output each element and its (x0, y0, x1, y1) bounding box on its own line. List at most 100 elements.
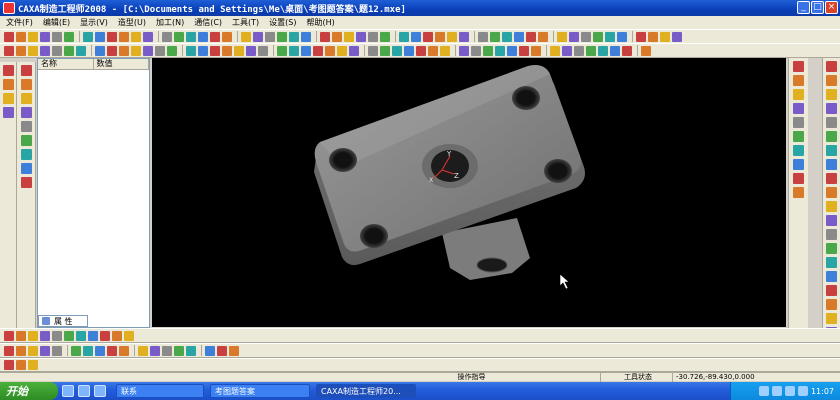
tool-icon[interactable] (344, 31, 354, 42)
tool-icon[interactable] (162, 345, 172, 356)
tool-icon[interactable] (20, 107, 32, 118)
tool-icon[interactable] (826, 271, 837, 282)
tool-icon[interactable] (131, 45, 141, 56)
tool-icon[interactable] (380, 31, 390, 42)
tool-icon[interactable] (52, 31, 62, 42)
tool-icon[interactable] (16, 31, 26, 42)
tool-icon[interactable] (20, 93, 32, 104)
tool-icon[interactable] (392, 45, 402, 56)
start-button[interactable]: 开始 (0, 382, 58, 400)
tool-icon[interactable] (349, 45, 359, 56)
tool-icon[interactable] (490, 31, 500, 42)
tool-icon[interactable] (538, 31, 548, 42)
tool-icon[interactable] (40, 330, 50, 341)
tool-icon[interactable] (337, 45, 347, 56)
tool-icon[interactable] (617, 31, 627, 42)
maximize-button[interactable]: □ (811, 1, 824, 14)
tool-icon[interactable] (289, 31, 299, 42)
tool-icon[interactable] (826, 173, 837, 184)
tool-icon[interactable] (76, 45, 86, 56)
tool-icon[interactable] (423, 31, 433, 42)
tool-icon[interactable] (459, 31, 469, 42)
menu-machining[interactable]: 加工(N) (156, 17, 184, 28)
tool-icon[interactable] (198, 31, 208, 42)
tool-icon[interactable] (40, 345, 50, 356)
tool-icon[interactable] (622, 45, 632, 56)
tool-icon[interactable] (320, 31, 330, 42)
close-button[interactable]: × (825, 1, 838, 14)
tool-icon[interactable] (28, 45, 38, 56)
tray-icon-3[interactable] (784, 386, 795, 396)
tool-icon[interactable] (332, 31, 342, 42)
task-button-caxa[interactable]: CAXA制造工程师20... (316, 384, 416, 398)
minimize-button[interactable]: _ (797, 1, 810, 14)
tool-icon[interactable] (428, 45, 438, 56)
tool-icon[interactable] (447, 31, 457, 42)
tool-icon[interactable] (174, 31, 184, 42)
tool-icon[interactable] (557, 31, 567, 42)
tool-icon[interactable] (826, 313, 837, 324)
tool-icon[interactable] (71, 345, 81, 356)
tool-icon[interactable] (16, 45, 26, 56)
tool-icon[interactable] (64, 45, 74, 56)
tool-icon[interactable] (234, 45, 244, 56)
tool-icon[interactable] (167, 45, 177, 56)
menu-help[interactable]: 帮助(H) (307, 17, 335, 28)
tool-icon[interactable] (155, 45, 165, 56)
tool-icon[interactable] (241, 31, 251, 42)
tool-icon[interactable] (562, 45, 572, 56)
tool-icon[interactable] (222, 45, 232, 56)
tool-icon[interactable] (826, 75, 837, 86)
tool-icon[interactable] (88, 330, 98, 341)
tool-icon[interactable] (826, 299, 837, 310)
tool-icon[interactable] (440, 45, 450, 56)
tool-icon[interactable] (507, 45, 517, 56)
tool-icon[interactable] (826, 145, 837, 156)
tool-icon[interactable] (648, 31, 658, 42)
tool-icon[interactable] (404, 45, 414, 56)
tool-icon[interactable] (459, 45, 469, 56)
menu-tools[interactable]: 工具(T) (232, 17, 259, 28)
tool-icon[interactable] (143, 31, 153, 42)
tool-icon[interactable] (593, 31, 603, 42)
tool-icon[interactable] (483, 45, 493, 56)
tool-icon[interactable] (119, 31, 129, 42)
tool-icon[interactable] (495, 45, 505, 56)
menu-view[interactable]: 显示(V) (80, 17, 108, 28)
tool-icon[interactable] (198, 45, 208, 56)
tool-icon[interactable] (217, 345, 227, 356)
tool-icon[interactable] (569, 31, 579, 42)
tool-icon[interactable] (416, 45, 426, 56)
tool-icon[interactable] (131, 31, 141, 42)
column-name[interactable]: 名称 (38, 59, 94, 69)
tool-icon[interactable] (52, 330, 62, 341)
tool-icon[interactable] (793, 173, 804, 184)
tool-icon[interactable] (95, 45, 105, 56)
tool-icon[interactable] (301, 45, 311, 56)
tool-icon[interactable] (20, 149, 32, 160)
tool-icon[interactable] (205, 345, 215, 356)
tool-icon[interactable] (119, 345, 129, 356)
tool-icon[interactable] (368, 45, 378, 56)
tool-icon[interactable] (531, 45, 541, 56)
menu-file[interactable]: 文件(F) (6, 17, 33, 28)
column-value[interactable]: 数值 (94, 59, 149, 69)
tool-icon[interactable] (107, 45, 117, 56)
tool-icon[interactable] (471, 45, 481, 56)
tool-icon[interactable] (605, 31, 615, 42)
tool-icon[interactable] (20, 177, 32, 188)
tool-icon[interactable] (95, 345, 105, 356)
tool-icon[interactable] (143, 45, 153, 56)
tool-icon[interactable] (478, 31, 488, 42)
tool-icon[interactable] (826, 117, 837, 128)
tool-icon[interactable] (4, 45, 14, 56)
tool-icon[interactable] (83, 31, 93, 42)
tool-icon[interactable] (826, 229, 837, 240)
tray-icon-2[interactable] (771, 386, 782, 396)
tool-icon[interactable] (162, 31, 172, 42)
tool-icon[interactable] (52, 45, 62, 56)
tool-icon[interactable] (826, 187, 837, 198)
tool-icon[interactable] (289, 45, 299, 56)
tool-icon[interactable] (16, 345, 26, 356)
tray-icon-4[interactable] (797, 386, 808, 396)
